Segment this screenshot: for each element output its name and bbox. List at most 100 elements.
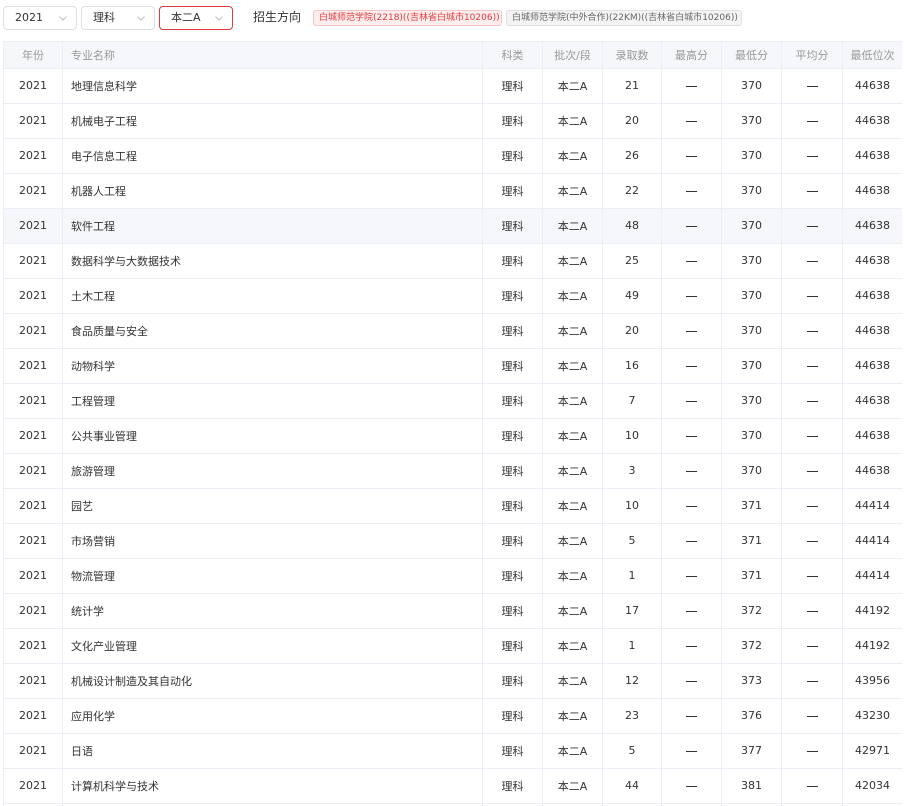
cell-subject: 理科 [482,68,543,104]
subject-select[interactable]: 理科 [81,6,155,30]
cell-batch: 本二A [542,593,603,629]
cell-min: 371 [721,523,782,559]
chevron-down-icon [136,13,146,23]
cell-max [661,523,722,559]
dash-mark [686,190,697,192]
cell-year: 2021 [3,383,63,419]
cell-batch: 本二A [542,558,603,594]
table-row[interactable]: 2021 土木工程 理科 本二A 49 370 44638 [3,278,902,314]
table-row[interactable]: 2021 机械设计制造及其自动化 理科 本二A 12 373 43956 [3,663,902,699]
cell-subject: 理科 [482,698,543,734]
table-row[interactable]: 2021 园艺 理科 本二A 10 371 44414 [3,488,902,524]
cell-max [661,733,722,769]
dash-mark [806,540,818,542]
cell-admitted: 5 [602,733,662,769]
table-row[interactable]: 2021 数据科学与大数据技术 理科 本二A 25 370 44638 [3,243,902,279]
cell-rank: 44638 [842,453,902,489]
table-row[interactable]: 2021 文化产业管理 理科 本二A 1 372 44192 [3,628,902,664]
cell-batch: 本二A [542,663,603,699]
table-row[interactable]: 2021 食品质量与安全 理科 本二A 20 370 44638 [3,313,902,349]
dash-mark [686,715,697,717]
cell-major: 应用化学 [62,698,483,734]
cell-avg [781,173,843,209]
cell-year: 2021 [3,313,63,349]
cell-max [661,278,722,314]
table-row[interactable]: 2021 日语 理科 本二A 5 377 42971 [3,733,902,769]
cell-major: 软件工程 [62,208,483,244]
cell-max [661,313,722,349]
dash-mark [686,785,697,787]
cell-subject: 理科 [482,593,543,629]
cell-major: 公共事业管理 [62,418,483,454]
dash-mark [686,400,697,402]
subject-select-value: 理科 [93,11,115,24]
cell-major: 园艺 [62,488,483,524]
direction-tag-main[interactable]: 白城师范学院(2218)((吉林省白城市10206)) [313,10,502,26]
cell-max [661,173,722,209]
cell-subject: 理科 [482,383,543,419]
cell-subject: 理科 [482,173,543,209]
direction-label: 招生方向 [253,10,302,24]
cell-avg [781,628,843,664]
year-select-value: 2021 [15,11,43,24]
table-row[interactable]: 2021 电子信息工程 理科 本二A 26 370 44638 [3,138,902,174]
cell-min: 370 [721,103,782,139]
dash-mark [806,505,818,507]
cell-admitted: 5 [602,523,662,559]
table-row[interactable]: 2021 公共事业管理 理科 本二A 10 370 44638 [3,418,902,454]
cell-major: 旅游管理 [62,453,483,489]
cell-min: 370 [721,243,782,279]
table-row[interactable]: 2021 工程管理 理科 本二A 7 370 44638 [3,383,902,419]
dash-mark [686,680,697,682]
table-row[interactable]: 2021 机器人工程 理科 本二A 22 370 44638 [3,173,902,209]
cell-year: 2021 [3,103,63,139]
cell-max [661,698,722,734]
cell-min: 377 [721,733,782,769]
cell-batch: 本二A [542,383,603,419]
cell-major: 统计学 [62,593,483,629]
col-header-avg: 平均分 [781,42,843,69]
cell-max [661,628,722,664]
cell-batch: 本二A [542,313,603,349]
cell-year: 2021 [3,663,63,699]
dash-mark [806,295,818,297]
dash-mark [686,470,697,472]
table-row[interactable]: 2021 市场营销 理科 本二A 5 371 44414 [3,523,902,559]
cell-avg [781,488,843,524]
table-row[interactable]: 2021 机械电子工程 理科 本二A 20 370 44638 [3,103,902,139]
cell-min: 376 [721,698,782,734]
filter-bar: 2021 理科 本二A 招生方向 白城师范学院(2218)((吉林省白城市102… [0,0,904,36]
table-row[interactable]: 2021 地理信息科学 理科 本二A 21 370 44638 [3,68,902,104]
table-row[interactable]: 2021 动物科学 理科 本二A 16 370 44638 [3,348,902,384]
dash-mark [806,575,818,577]
cell-rank: 44638 [842,313,902,349]
col-header-year: 年份 [3,42,63,69]
cell-major: 食品质量与安全 [62,313,483,349]
table-row[interactable]: 2021 统计学 理科 本二A 17 372 44192 [3,593,902,629]
dash-mark [686,750,697,752]
dash-mark [806,120,818,122]
cell-rank: 44192 [842,628,902,664]
admission-table: 年份 专业名称 科类 批次/段 录取数 最高分 最低分 平均分 最低位次 202… [3,41,902,806]
table-row[interactable]: 2021 旅游管理 理科 本二A 3 370 44638 [3,453,902,489]
cell-subject: 理科 [482,103,543,139]
cell-major: 地理信息科学 [62,68,483,104]
cell-batch: 本二A [542,628,603,664]
cell-batch: 本二A [542,103,603,139]
cell-subject: 理科 [482,488,543,524]
batch-select[interactable]: 本二A [159,6,233,30]
cell-admitted: 10 [602,418,662,454]
direction-tag-cooperation[interactable]: 白城师范学院(中外合作)(22KM)((吉林省白城市10206)) [506,10,742,26]
cell-admitted: 21 [602,68,662,104]
dash-mark [686,120,697,122]
table-row[interactable]: 2021 物流管理 理科 本二A 1 371 44414 [3,558,902,594]
cell-year: 2021 [3,138,63,174]
table-row[interactable]: 2021 软件工程 理科 本二A 48 370 44638 [3,208,902,244]
cell-min: 370 [721,138,782,174]
year-select[interactable]: 2021 [3,6,77,30]
table-row[interactable]: 2021 计算机科学与技术 理科 本二A 44 381 42034 [3,768,902,804]
cell-rank: 42971 [842,733,902,769]
table-row[interactable]: 2021 应用化学 理科 本二A 23 376 43230 [3,698,902,734]
cell-avg [781,558,843,594]
col-header-batch: 批次/段 [542,42,603,69]
